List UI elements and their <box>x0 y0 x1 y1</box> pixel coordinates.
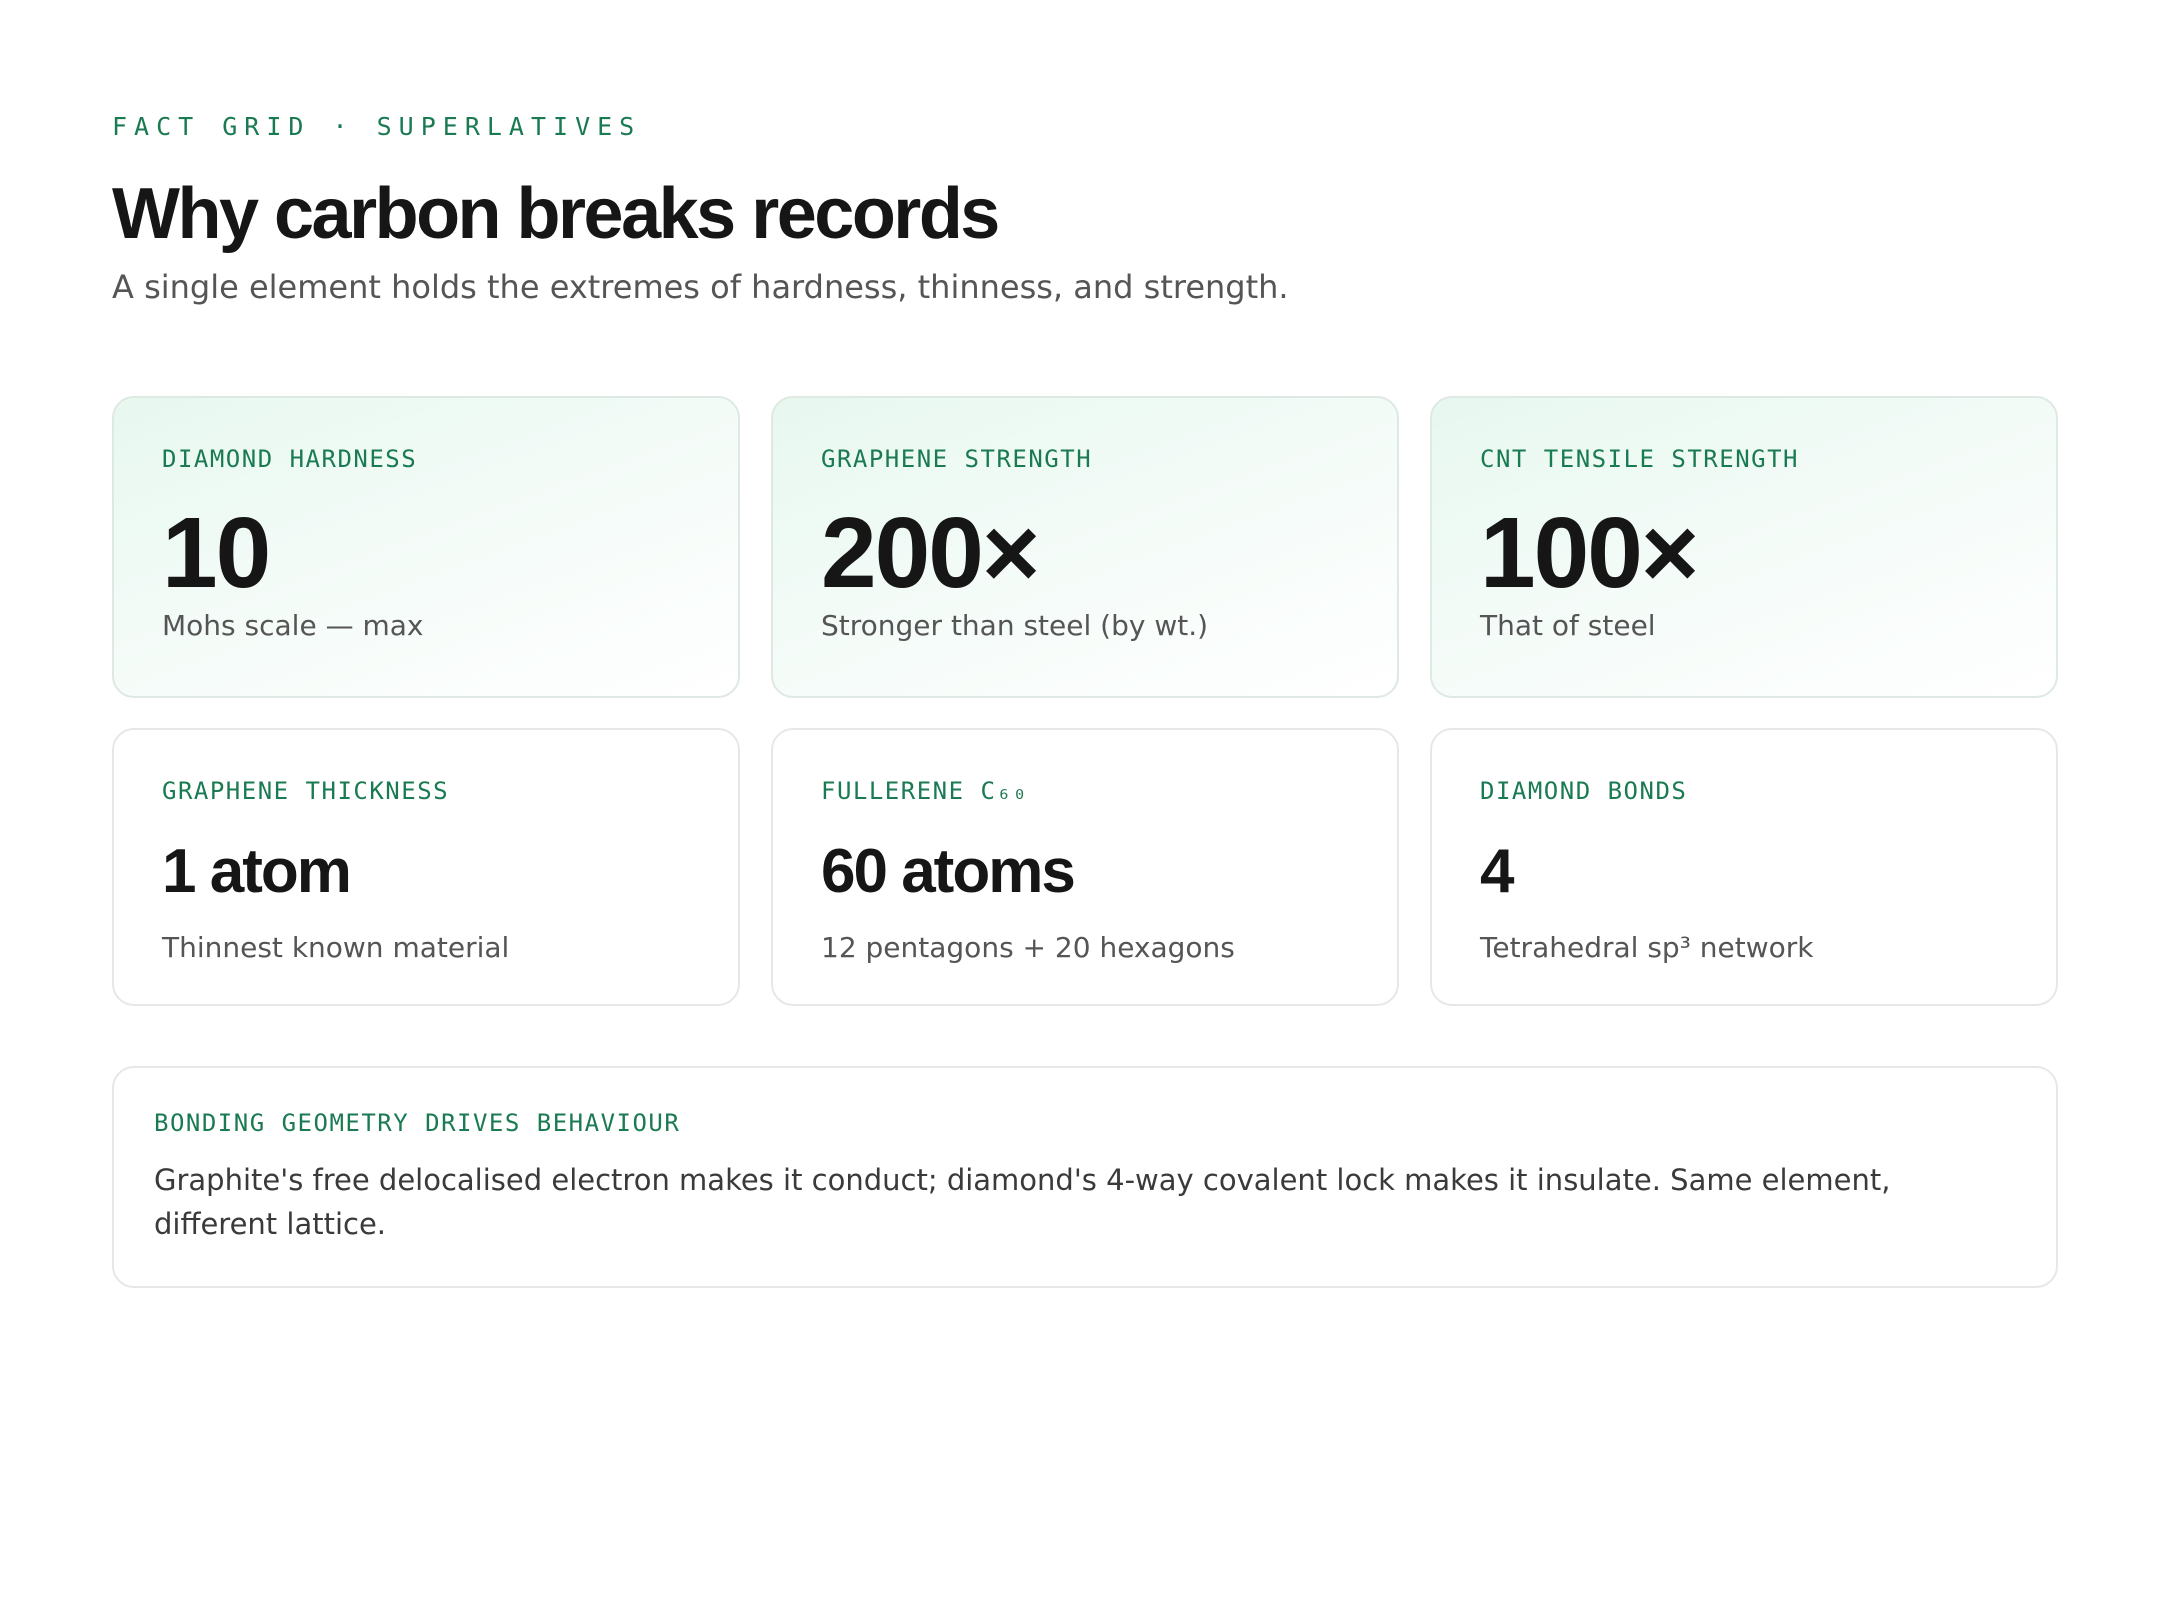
fact-caption: 12 pentagons + 20 hexagons <box>821 931 1235 964</box>
bonding-note-card: BONDING GEOMETRY DRIVES BEHAVIOUR Graphi… <box>112 1066 2058 1288</box>
eyebrow: FACT GRID · SUPERLATIVES <box>112 112 642 141</box>
note-text: Graphite's free delocalised electron mak… <box>154 1163 1891 1241</box>
fact-caption: Thinnest known material <box>162 931 510 964</box>
fact-label: GRAPHENE STRENGTH <box>821 445 1093 473</box>
fact-label: GRAPHENE THICKNESS <box>162 777 450 805</box>
page-subtitle: A single element holds the extremes of h… <box>112 268 1289 306</box>
fact-caption: Tetrahedral sp³ network <box>1480 931 1814 964</box>
fact-card-fullerene: FULLERENE C₆₀ 60 atoms 12 pentagons + 20… <box>771 728 1399 1006</box>
fact-value: 10 <box>162 497 271 609</box>
fact-card-diamond-bonds: DIAMOND BONDS 4 Tetrahedral sp³ network <box>1430 728 2058 1006</box>
fact-card-diamond-hardness: DIAMOND HARDNESS 10 Mohs scale — max <box>112 396 740 698</box>
page-title: Why carbon breaks records <box>112 174 1000 254</box>
fact-card-graphene-strength: GRAPHENE STRENGTH 200× Stronger than ste… <box>771 396 1399 698</box>
fact-value: 100× <box>1480 497 1699 609</box>
fact-value: 60 atoms <box>821 837 1076 906</box>
fact-label: DIAMOND BONDS <box>1480 777 1688 805</box>
fact-caption: Stronger than steel (by wt.) <box>821 609 1209 642</box>
fact-label: FULLERENE C₆₀ <box>821 777 1029 805</box>
fact-grid: DIAMOND HARDNESS 10 Mohs scale — max GRA… <box>112 396 2058 1006</box>
fact-card-graphene-thickness: GRAPHENE THICKNESS 1 atom Thinnest known… <box>112 728 740 1006</box>
fact-label: DIAMOND HARDNESS <box>162 445 418 473</box>
fact-value: 4 <box>1480 837 1515 906</box>
page: FACT GRID · SUPERLATIVES Why carbon brea… <box>112 112 2058 1288</box>
fact-caption: Mohs scale — max <box>162 609 424 642</box>
fact-value: 200× <box>821 497 1040 609</box>
fact-value: 1 atom <box>162 837 352 906</box>
fact-card-cnt-tensile-strength: CNT TENSILE STRENGTH 100× That of steel <box>1430 396 2058 698</box>
note-label: BONDING GEOMETRY DRIVES BEHAVIOUR <box>154 1109 681 1137</box>
fact-caption: That of steel <box>1480 609 1656 642</box>
fact-label: CNT TENSILE STRENGTH <box>1480 445 1799 473</box>
